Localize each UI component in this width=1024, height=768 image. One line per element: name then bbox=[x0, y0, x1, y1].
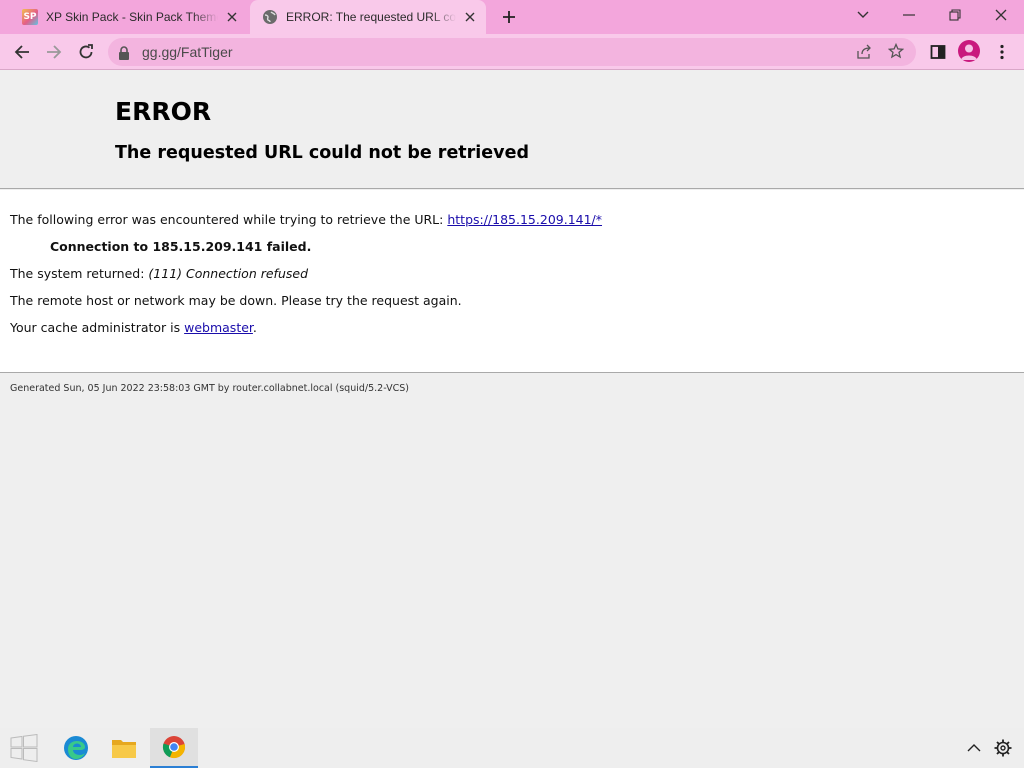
chrome-icon[interactable] bbox=[150, 728, 198, 768]
page-content: ERROR The requested URL could not be ret… bbox=[0, 71, 1024, 728]
reload-button[interactable] bbox=[72, 39, 100, 65]
url-text[interactable]: gg.gg/FatTiger bbox=[142, 44, 233, 60]
system-returned-label: The system returned: bbox=[10, 266, 149, 281]
cache-admin-text: Your cache administrator is bbox=[10, 320, 185, 335]
restore-button[interactable] bbox=[932, 0, 978, 30]
connection-failed-text: Connection to 185.15.209.141 failed. bbox=[50, 239, 312, 254]
globe-icon bbox=[262, 9, 278, 25]
tab-xp-skin-pack[interactable]: SP XP Skin Pack - Skin Pack Theme for Wi… bbox=[10, 0, 248, 34]
tab-title: XP Skin Pack - Skin Pack Theme for Windo… bbox=[46, 10, 218, 24]
close-tab-icon[interactable] bbox=[462, 9, 478, 25]
tab-title: ERROR: The requested URL could not be re… bbox=[286, 10, 456, 24]
error-subtitle: The requested URL could not be retrieved bbox=[115, 143, 529, 163]
minimize-button[interactable] bbox=[886, 0, 932, 30]
intro-text: The following error was encountered whil… bbox=[10, 212, 448, 227]
close-tab-icon[interactable] bbox=[224, 9, 240, 25]
browser-menu-button[interactable] bbox=[988, 39, 1016, 65]
error-header: ERROR The requested URL could not be ret… bbox=[0, 71, 1024, 189]
side-panel-button[interactable] bbox=[924, 39, 952, 65]
tab-error[interactable]: ERROR: The requested URL could not be re… bbox=[250, 0, 486, 34]
system-returned-value: (111) Connection refused bbox=[148, 266, 308, 281]
error-body: The following error was encountered whil… bbox=[0, 190, 1024, 373]
intro-line: The following error was encountered whil… bbox=[10, 212, 602, 227]
taskbar bbox=[0, 728, 1024, 768]
gear-icon[interactable] bbox=[984, 728, 1022, 768]
back-button[interactable] bbox=[8, 39, 36, 65]
generated-footer: Generated Sun, 05 Jun 2022 23:58:03 GMT … bbox=[10, 383, 409, 394]
share-icon[interactable] bbox=[856, 44, 872, 64]
tab-strip: SP XP Skin Pack - Skin Pack Theme for Wi… bbox=[0, 0, 1024, 34]
close-window-button[interactable] bbox=[978, 0, 1024, 30]
profile-avatar-icon[interactable] bbox=[958, 40, 980, 62]
lock-icon[interactable] bbox=[118, 45, 130, 64]
tab-search-button[interactable] bbox=[840, 0, 886, 30]
error-title: ERROR bbox=[115, 97, 212, 126]
file-explorer-icon[interactable] bbox=[100, 728, 148, 768]
skin-pack-icon: SP bbox=[22, 9, 38, 25]
edge-icon[interactable] bbox=[52, 728, 100, 768]
new-tab-button[interactable] bbox=[498, 7, 520, 27]
cache-admin-suffix: . bbox=[252, 320, 257, 335]
start-icon[interactable] bbox=[0, 728, 48, 768]
forward-button[interactable] bbox=[40, 39, 68, 65]
remote-host-text: The remote host or network may be down. … bbox=[10, 293, 462, 308]
url-link[interactable]: https://185.15.209.141/* bbox=[447, 212, 602, 227]
webmaster-link[interactable]: webmaster bbox=[184, 320, 253, 335]
system-returned-line: The system returned: (111) Connection re… bbox=[10, 266, 308, 281]
browser-toolbar: gg.gg/FatTiger bbox=[0, 34, 1024, 70]
address-bar[interactable]: gg.gg/FatTiger bbox=[108, 38, 916, 66]
bookmark-star-icon[interactable] bbox=[887, 42, 905, 63]
cache-admin-line: Your cache administrator is webmaster. bbox=[10, 320, 257, 335]
